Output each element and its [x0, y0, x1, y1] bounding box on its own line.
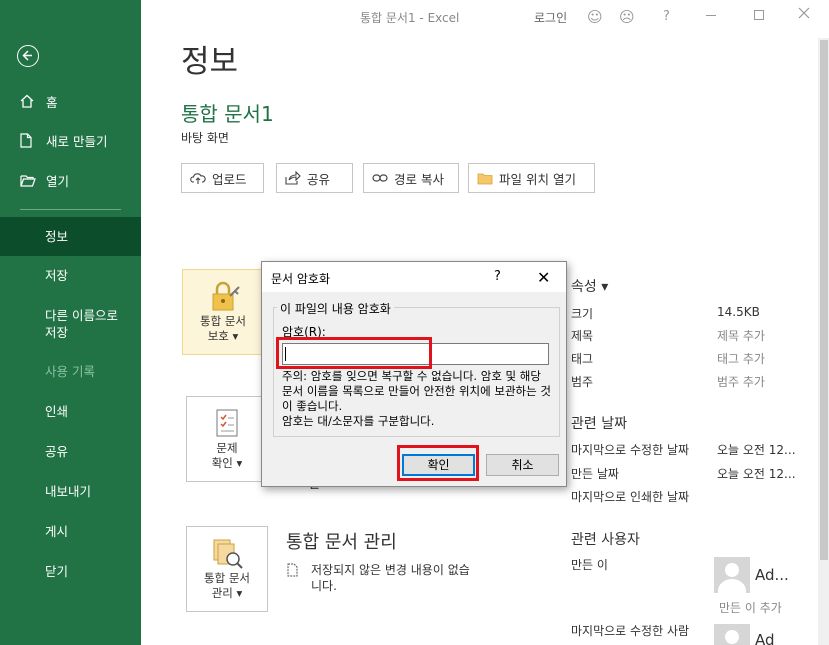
share-label: 공유 — [307, 171, 331, 187]
sidebar-item-home[interactable]: 홈 — [20, 91, 58, 111]
cancel-button[interactable]: 취소 — [486, 454, 559, 476]
sidebar-item-info[interactable]: 정보 — [0, 217, 141, 256]
home-icon — [20, 94, 36, 108]
created-date-value: 오늘 오전 12... — [717, 467, 796, 481]
author-label: 만든 이 — [571, 558, 608, 572]
related-dates-heading: 관련 날짜 — [571, 416, 627, 432]
link-icon — [372, 174, 388, 182]
author-avatar — [714, 557, 750, 593]
tile-label-line1: 문제 — [216, 441, 238, 455]
protect-workbook-tile[interactable]: 통합 문서 보호 ▾ — [182, 269, 264, 355]
ok-highlight-box — [397, 445, 479, 481]
manage-workbook-heading: 통합 문서 관리 — [286, 532, 397, 553]
sidebar-item-share[interactable]: 공유 — [0, 443, 141, 460]
dialog-close-icon[interactable]: ✕ — [537, 268, 550, 287]
printed-date-label: 마지막으로 인쇄한 날짜 — [571, 490, 690, 504]
modifier-avatar — [714, 624, 750, 645]
sidebar-item-label: 열기 — [46, 173, 70, 189]
tags-field[interactable]: 태그 추가 — [717, 350, 765, 367]
encrypt-document-dialog: 문서 암호화 ? ✕ 이 파일의 내용 암호화 암호(R): 주의: 암호를 잊… — [261, 261, 567, 487]
author-name[interactable]: Ad... — [755, 566, 789, 584]
inspect-document-icon — [213, 407, 243, 443]
category-label: 범주 — [571, 375, 594, 389]
check-for-issues-tile[interactable]: 문제 확인 ▾ — [186, 396, 268, 482]
sidebar-item-save-as[interactable]: 다른 이름으로 저장 — [0, 307, 141, 341]
related-people-heading: 관련 사용자 — [571, 532, 640, 548]
sidebar-item-print[interactable]: 인쇄 — [0, 403, 141, 420]
sidebar-item-publish[interactable]: 게시 — [0, 523, 141, 540]
document-icon — [287, 563, 298, 577]
back-arrow-icon[interactable] — [17, 45, 39, 67]
lock-key-icon — [208, 280, 242, 318]
manage-status-line1: 저장되지 않은 변경 내용이 없습 — [311, 563, 470, 577]
created-date-label: 만든 날짜 — [571, 467, 619, 481]
share-icon — [285, 171, 301, 185]
sidebar-item-open[interactable]: 열기 — [20, 170, 69, 190]
maximize-icon[interactable] — [754, 10, 764, 20]
open-file-location-button[interactable]: 파일 위치 열기 — [468, 163, 595, 193]
encrypt-warning-note: 주의: 암호를 잊으면 복구할 수 없습니다. 암호 및 해당 문서 이름을 목… — [282, 369, 551, 428]
manage-workbook-tile[interactable]: 통합 문서 관리 ▾ — [186, 526, 268, 612]
login-link[interactable]: 로그인 — [534, 9, 567, 26]
size-value: 14.5KB — [717, 305, 760, 319]
upload-cloud-icon — [190, 173, 206, 184]
tile-label-line2: 보호 ▾ — [207, 329, 239, 343]
upload-button[interactable]: 업로드 — [181, 163, 264, 193]
help-icon[interactable]: ? — [663, 9, 670, 24]
document-name: 통합 문서1 — [181, 102, 274, 126]
document-location: 바탕 화면 — [181, 131, 229, 145]
open-location-label: 파일 위치 열기 — [499, 171, 576, 187]
window-title: 통합 문서1 - Excel — [360, 11, 460, 25]
modified-date-label: 마지막으로 수정한 날짜 — [571, 443, 690, 457]
title-field[interactable]: 제목 추가 — [717, 327, 765, 344]
modifier-name: Ad — [755, 631, 775, 645]
backstage-sidebar: 홈 새로 만들기 열기 정보 저장 다른 이름으로 저장 사용 기록 인쇄 공유… — [0, 0, 141, 645]
add-author-link[interactable]: 만든 이 추가 — [719, 599, 782, 616]
encrypt-group-label: 이 파일의 내용 암호화 — [277, 300, 394, 317]
sidebar-item-label: 홈 — [46, 94, 58, 110]
dialog-title: 문서 암호화 — [271, 272, 331, 286]
sidebar-item-close[interactable]: 닫기 — [0, 563, 141, 580]
sidebar-item-history: 사용 기록 — [45, 364, 95, 379]
upload-label: 업로드 — [212, 171, 247, 187]
size-label: 크기 — [571, 307, 594, 321]
copy-path-button[interactable]: 경로 복사 — [363, 163, 459, 193]
scrollbar-thumb[interactable] — [820, 40, 828, 560]
open-folder-icon — [20, 174, 36, 187]
share-button[interactable]: 공유 — [276, 163, 353, 193]
tags-label: 태그 — [571, 352, 594, 366]
tile-label-line2: 관리 ▾ — [211, 586, 243, 600]
sidebar-divider — [20, 209, 121, 210]
sidebar-item-save[interactable]: 저장 — [0, 267, 141, 284]
title-label: 제목 — [571, 329, 594, 343]
manage-status-line2: 니다. — [311, 579, 337, 593]
new-document-icon — [20, 132, 36, 148]
manage-versions-icon — [211, 537, 245, 575]
category-field[interactable]: 범주 추가 — [717, 373, 765, 390]
frown-feedback-icon[interactable]: ☹ — [619, 8, 635, 26]
last-modified-by-label: 마지막으로 수정한 사람 — [571, 624, 690, 638]
dialog-help-icon[interactable]: ? — [494, 269, 501, 284]
sidebar-item-new[interactable]: 새로 만들기 — [20, 130, 107, 150]
dialog-titlebar[interactable]: 문서 암호화 ? ✕ — [262, 262, 566, 292]
folder-icon — [477, 173, 493, 184]
sidebar-item-label: 새로 만들기 — [46, 133, 108, 149]
manage-status: 저장되지 않은 변경 내용이 없습 니다. — [287, 562, 470, 594]
modified-date-value: 오늘 오전 12... — [717, 443, 796, 457]
properties-heading[interactable]: 속성 ▾ — [571, 276, 608, 296]
close-window-icon[interactable] — [797, 6, 811, 23]
page-title: 정보 — [181, 44, 239, 80]
password-highlight-box — [276, 337, 432, 369]
tile-label-line2: 확인 ▾ — [211, 456, 243, 470]
copy-path-label: 경로 복사 — [394, 171, 444, 187]
minimize-icon[interactable] — [706, 15, 716, 16]
sidebar-item-export[interactable]: 내보내기 — [0, 483, 141, 500]
smile-feedback-icon[interactable]: ☺ — [587, 8, 603, 26]
